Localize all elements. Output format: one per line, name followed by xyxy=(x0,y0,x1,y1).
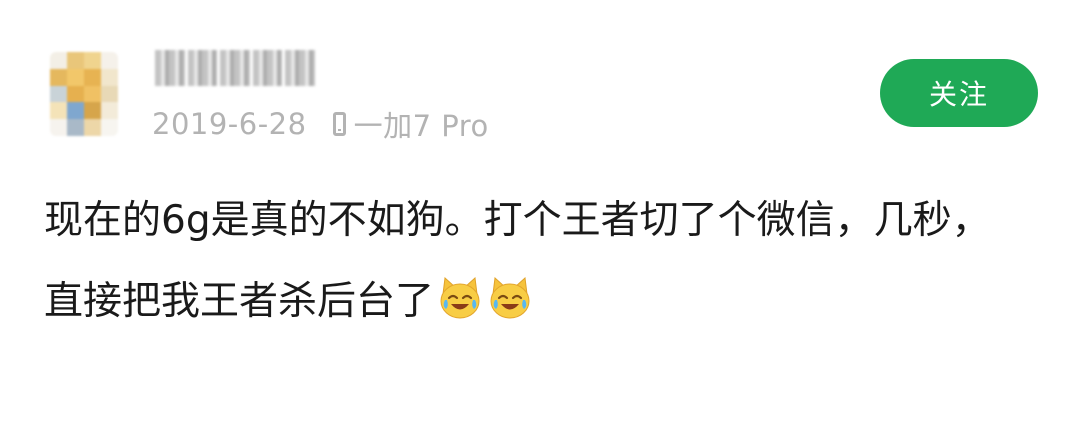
post-date: 2019-6-28 xyxy=(152,107,307,141)
content-line-2: 直接把我王者杀后台了 xyxy=(44,261,1044,342)
device-name: 一加7 Pro xyxy=(353,109,489,143)
avatar[interactable] xyxy=(50,52,118,136)
content-line-1: 现在的6g是真的不如狗。打个王者切了个微信，几秒， xyxy=(44,198,991,243)
crying-laughing-cat-emoji-icon xyxy=(490,276,530,319)
comment-card: 2019-6-28 一加7 Pro 关注 现在的6g是真的不如狗。打个王者切了个… xyxy=(0,0,1080,425)
crying-laughing-cat-emoji-icon xyxy=(440,276,480,319)
username-blurred[interactable] xyxy=(155,50,315,86)
follow-button[interactable]: 关注 xyxy=(880,59,1038,127)
content-line-2-text: 直接把我王者杀后台了 xyxy=(44,279,435,324)
post-meta: 2019-6-28 一加7 Pro xyxy=(152,104,489,144)
phone-icon xyxy=(332,112,346,136)
comment-content: 现在的6g是真的不如狗。打个王者切了个微信，几秒， 直接把我王者杀后台了 xyxy=(44,180,1044,342)
